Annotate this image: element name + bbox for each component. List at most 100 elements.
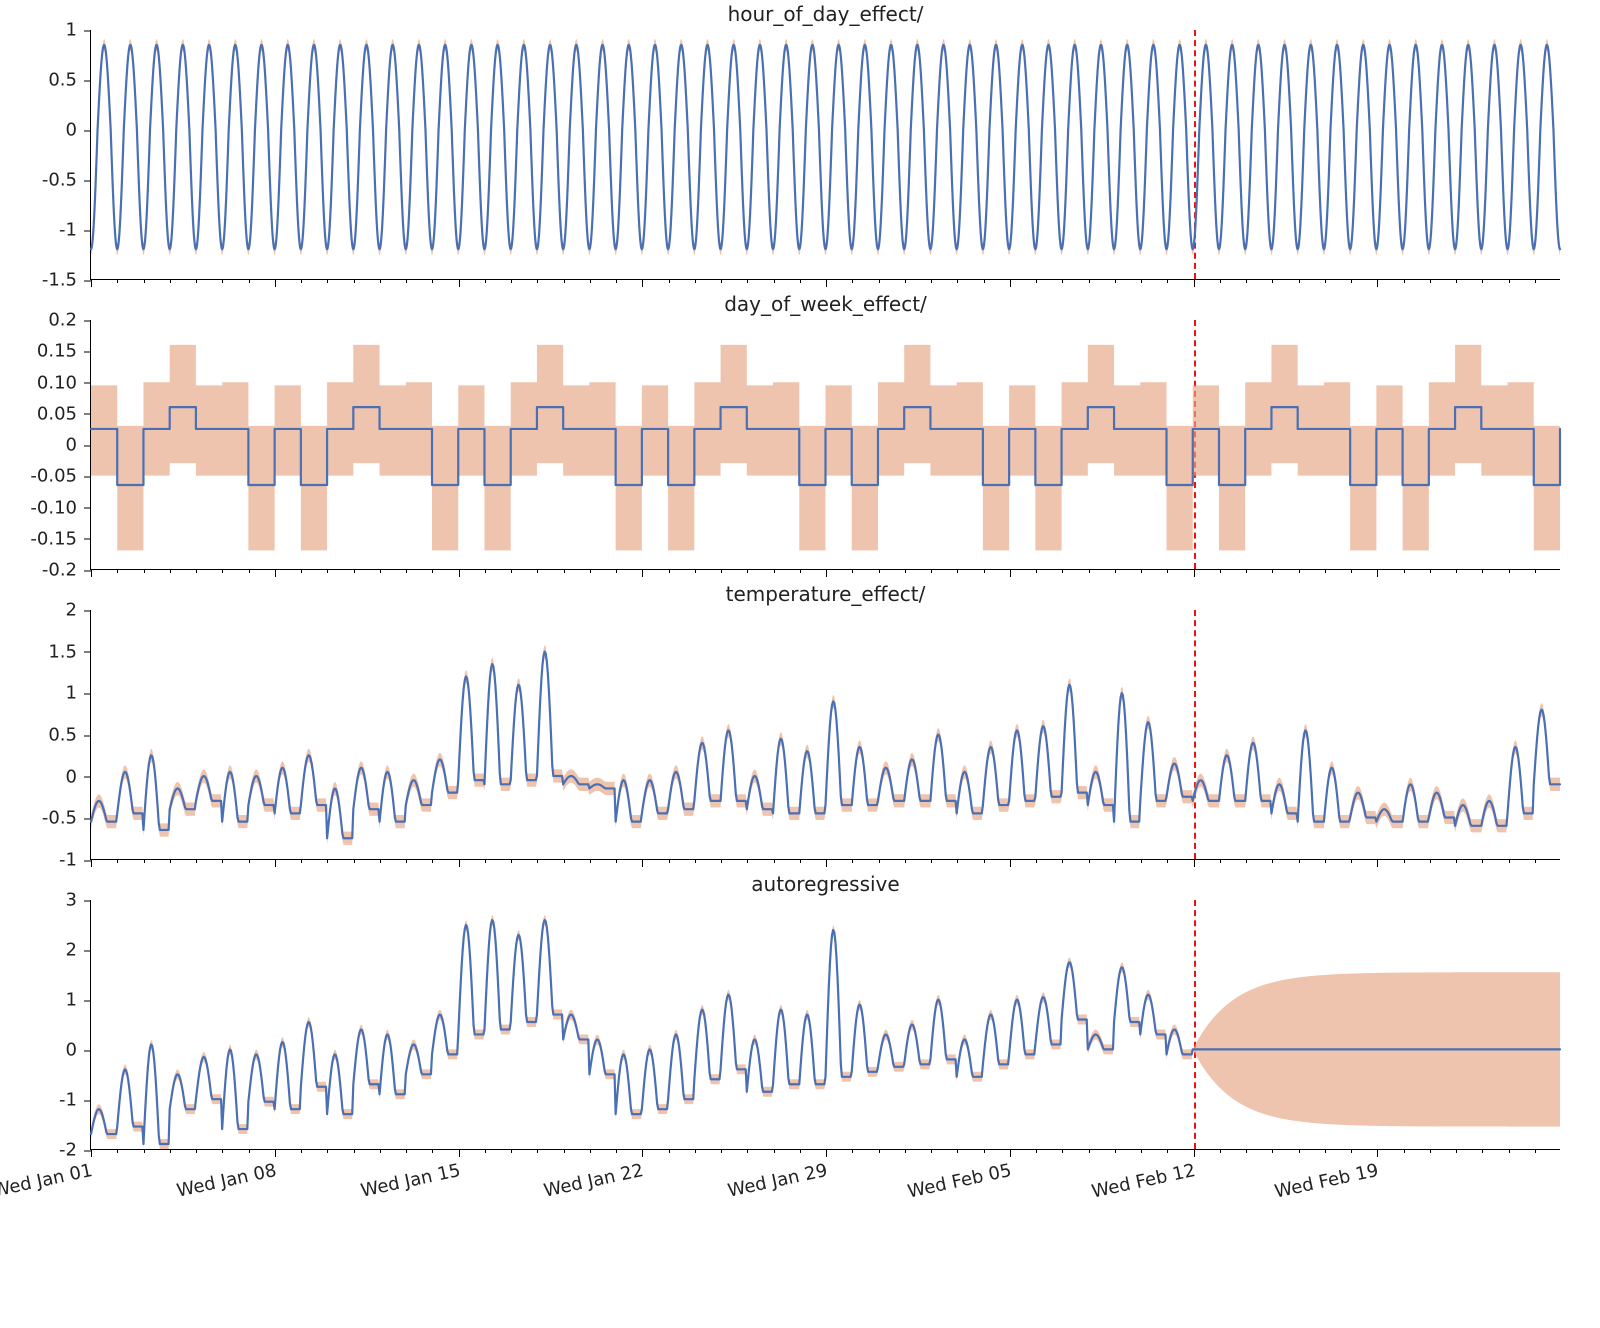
plot-area: hour_of_day_effect/-1.5-1-0.500.51 (90, 30, 1560, 280)
xtick-minor (1272, 279, 1273, 283)
xtick-minor (1535, 1149, 1536, 1153)
xtick-minor (721, 859, 722, 863)
xtick-label: Wed Jan 22 (542, 1160, 645, 1202)
xtick-label: Wed Feb 19 (1273, 1160, 1381, 1202)
xtick-label: Wed Jan 15 (358, 1160, 461, 1202)
xtick-minor (275, 859, 276, 863)
xtick-minor (1167, 279, 1168, 283)
xtick-minor (800, 279, 801, 283)
xtick-minor (117, 1149, 118, 1153)
xtick-minor (642, 569, 643, 573)
xtick-minor (590, 569, 591, 573)
xtick-minor (1246, 859, 1247, 863)
ytick: -0.2 (42, 560, 91, 581)
xtick-minor (537, 1149, 538, 1153)
plot-area: autoregressive-2-10123 (90, 900, 1560, 1150)
ytick: -0.5 (42, 170, 91, 191)
xtick-minor (852, 569, 853, 573)
xtick-minor (695, 279, 696, 283)
xtick-minor (1141, 1149, 1142, 1153)
xtick-minor (905, 859, 906, 863)
xtick-minor (1167, 859, 1168, 863)
xtick-minor (1220, 859, 1221, 863)
xtick-minor (984, 569, 985, 573)
xtick-minor (144, 279, 145, 283)
xtick-minor (1089, 859, 1090, 863)
xtick-minor (747, 859, 748, 863)
xtick-minor (879, 569, 880, 573)
ytick: -0.5 (42, 808, 91, 829)
xtick-minor (432, 279, 433, 283)
ytick: -1 (59, 850, 91, 871)
xtick-minor (275, 569, 276, 573)
xtick-label: Wed Feb 12 (1089, 1160, 1197, 1202)
xtick-minor (1509, 279, 1510, 283)
xtick-minor (957, 569, 958, 573)
xtick-minor (380, 279, 381, 283)
xtick-minor (170, 859, 171, 863)
ytick: 3 (66, 890, 91, 911)
xtick-minor (485, 1149, 486, 1153)
xtick-minor (1167, 569, 1168, 573)
xtick-minor (354, 1149, 355, 1153)
xtick-minor (1456, 1149, 1457, 1153)
plot-svg (91, 30, 1560, 279)
xtick-minor (642, 279, 643, 283)
xtick-minor (1246, 1149, 1247, 1153)
ytick: 0 (66, 120, 91, 141)
xtick-minor (459, 279, 460, 283)
xtick-minor (747, 279, 748, 283)
xtick-minor (406, 279, 407, 283)
xtick-minor (1036, 569, 1037, 573)
xtick-minor (91, 859, 92, 863)
xtick-minor (1272, 859, 1273, 863)
xtick-minor (590, 1149, 591, 1153)
xtick-minor (301, 279, 302, 283)
xtick-minor (1404, 569, 1405, 573)
xtick-minor (800, 569, 801, 573)
xtick-minor (170, 1149, 171, 1153)
xtick-minor (196, 859, 197, 863)
xtick-minor (1010, 1149, 1011, 1153)
xtick-minor (1194, 569, 1195, 573)
plot-area: temperature_effect/-1-0.500.511.52 (90, 610, 1560, 860)
panel-day_of_week: day_of_week_effect/-0.2-0.15-0.10-0.0500… (90, 320, 1560, 570)
xtick-minor (91, 1149, 92, 1153)
xtick-minor (1377, 279, 1378, 283)
xtick-minor (144, 1149, 145, 1153)
xtick-minor (1194, 1149, 1195, 1153)
xtick-minor (222, 569, 223, 573)
xtick-minor (1456, 569, 1457, 573)
xtick-minor (91, 569, 92, 573)
plot-svg (91, 610, 1560, 859)
plot-svg (91, 900, 1560, 1149)
ytick: 0.5 (48, 725, 91, 746)
xtick-minor (1299, 859, 1300, 863)
xtick-minor (774, 279, 775, 283)
xtick-minor (1325, 1149, 1326, 1153)
xtick-minor (1272, 569, 1273, 573)
xtick-minor (459, 859, 460, 863)
xtick-minor (1220, 569, 1221, 573)
xtick-minor (1246, 279, 1247, 283)
xtick-minor (1246, 569, 1247, 573)
xtick-minor (1115, 1149, 1116, 1153)
ytick: 0.15 (37, 341, 91, 362)
xtick-minor (1089, 1149, 1090, 1153)
xtick-minor (616, 1149, 617, 1153)
xtick-minor (196, 279, 197, 283)
xtick-minor (616, 859, 617, 863)
xtick-minor (695, 569, 696, 573)
xtick-minor (144, 569, 145, 573)
xtick-minor (327, 859, 328, 863)
xtick-minor (931, 1149, 932, 1153)
ytick: 0.10 (37, 372, 91, 393)
xtick-minor (800, 1149, 801, 1153)
ytick: 0 (66, 1040, 91, 1061)
xtick-minor (432, 569, 433, 573)
xtick-minor (774, 1149, 775, 1153)
xtick-minor (1115, 859, 1116, 863)
xtick-minor (144, 859, 145, 863)
xtick-minor (1482, 279, 1483, 283)
xtick-minor (511, 859, 512, 863)
